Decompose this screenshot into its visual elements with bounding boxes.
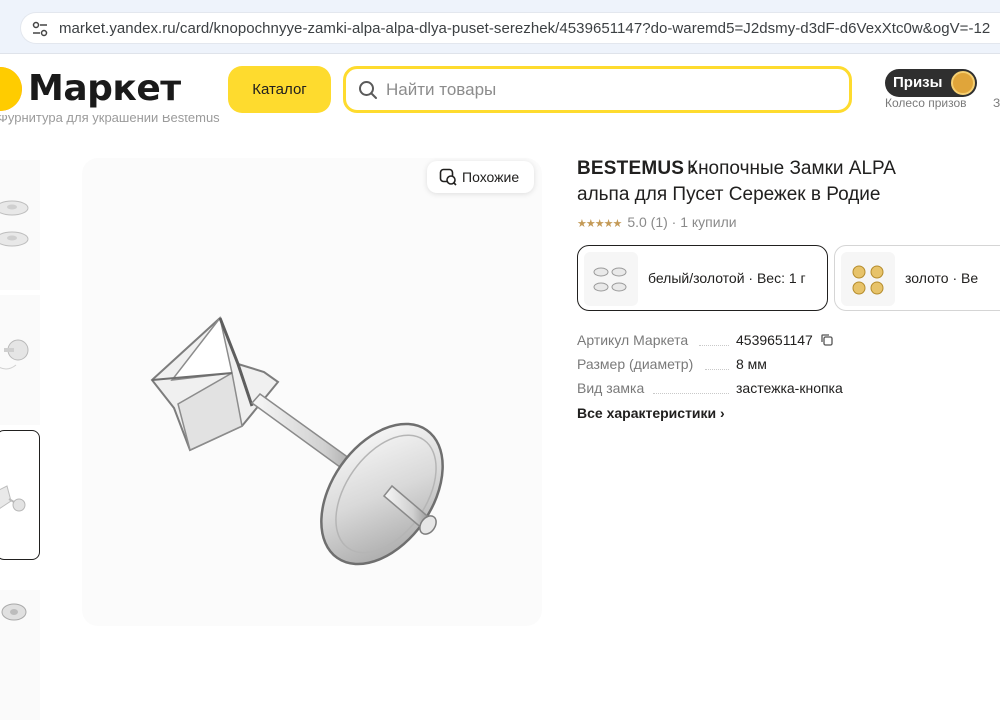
- spec-row-article: Артикул Маркета 4539651147: [577, 332, 877, 352]
- header-cut-link[interactable]: З: [993, 96, 1000, 110]
- rating-row[interactable]: ★★★★★ 5.0 (1) · 1 купили: [577, 214, 737, 230]
- spec-key: Размер (диаметр): [577, 356, 694, 372]
- thumbnail-image: [1, 603, 27, 621]
- address-bar[interactable]: market.yandex.ru/card/knopochnyye-zamki-…: [20, 12, 1000, 44]
- brand-link[interactable]: BESTEMUS ›: [577, 158, 696, 180]
- variant-thumbnail: [593, 267, 627, 292]
- search-icon: [359, 81, 377, 99]
- rating-text: 5.0 (1) · 1 купили: [627, 214, 737, 230]
- thumbnail-image: [0, 485, 26, 512]
- variant-card-selected[interactable]: белый/золотой · Вес: 1 г: [577, 245, 828, 311]
- variant-image: [584, 252, 638, 306]
- variant-label: белый/золотой · Вес: 1 г: [648, 270, 806, 286]
- breadcrumb[interactable]: Фурнитура для украшений Bestemus: [0, 115, 220, 125]
- product-title-line1: Кнопочные Замки ALPA: [687, 158, 896, 179]
- thumbnail-1[interactable]: [0, 160, 40, 290]
- variant-card[interactable]: золото · Ве: [834, 245, 1000, 311]
- variant-label: золото · Ве: [905, 270, 979, 286]
- search-box[interactable]: [343, 66, 852, 113]
- thumbnail-4[interactable]: [0, 590, 40, 720]
- image-search-icon: [439, 168, 457, 186]
- catalog-button[interactable]: Каталог: [228, 66, 331, 113]
- variant-image: [841, 252, 895, 306]
- spec-key: Вид замка: [577, 380, 645, 396]
- spec-dots: [699, 345, 729, 346]
- logo-text[interactable]: Маркет: [28, 68, 181, 109]
- browser-toolbar: market.yandex.ru/card/knopochnyye-zamki-…: [0, 0, 1000, 54]
- variant-thumbnail: [852, 265, 884, 295]
- rating-stars: ★★★★★: [577, 218, 622, 230]
- url-text[interactable]: market.yandex.ru/card/knopochnyye-zamki-…: [59, 20, 990, 37]
- spec-dots: [653, 393, 729, 394]
- similar-button[interactable]: Похожие: [427, 161, 534, 193]
- thumbnail-3-selected[interactable]: [0, 430, 40, 560]
- site-header: Маркет Каталог Призы Колесо призов З: [0, 54, 1000, 124]
- spec-row-size: Размер (диаметр) 8 мм: [577, 356, 877, 376]
- product-title-line2: альпа для Пусет Сережек в Родие: [577, 184, 881, 205]
- search-input[interactable]: [386, 77, 826, 103]
- spec-row-lock-type: Вид замка застежка-кнопка: [577, 380, 877, 400]
- spec-value: застежка-кнопка: [736, 380, 843, 396]
- spec-value: 8 мм: [736, 356, 767, 372]
- thumbnail-2[interactable]: [0, 295, 40, 425]
- prizes-label: Призы: [893, 74, 943, 91]
- prizes-button[interactable]: Призы: [885, 69, 977, 97]
- brand-name: BESTEMUS: [577, 158, 685, 179]
- spec-dots: [705, 369, 729, 370]
- thumbnail-image: [0, 200, 29, 247]
- spec-value: 4539651147: [736, 332, 813, 348]
- thumbnail-image: [0, 339, 29, 370]
- earring-back-illustration: [150, 316, 444, 566]
- market-logo-icon[interactable]: [0, 67, 22, 111]
- copy-icon[interactable]: [821, 334, 833, 346]
- spec-key: Артикул Маркета: [577, 332, 689, 348]
- prizes-subtitle[interactable]: Колесо призов: [885, 96, 967, 110]
- coin-icon: [951, 71, 975, 95]
- site-settings-icon[interactable]: [31, 20, 49, 38]
- similar-label: Похожие: [462, 169, 520, 185]
- all-specs-link[interactable]: Все характеристики ›: [577, 405, 725, 421]
- product-main-image[interactable]: [82, 158, 542, 626]
